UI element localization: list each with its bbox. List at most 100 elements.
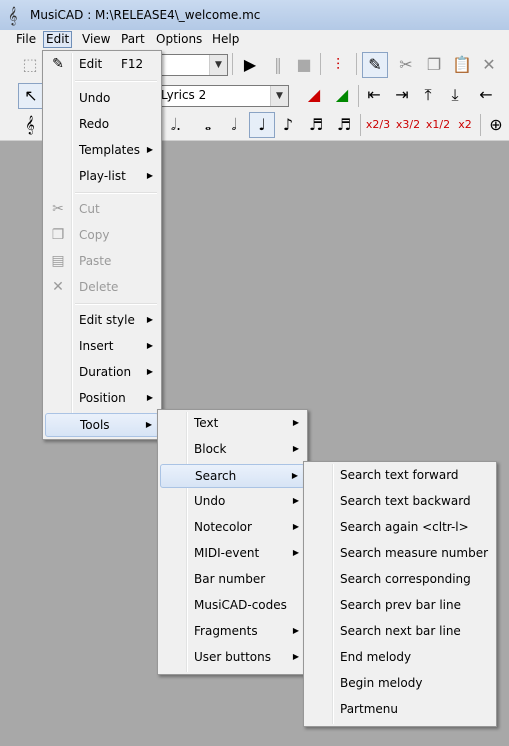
menu-item-edit-style[interactable]: Edit style ▶ bbox=[45, 309, 159, 331]
delete-x-icon: ✕ bbox=[52, 279, 64, 295]
quarter-note-icon[interactable]: ♩ bbox=[249, 112, 275, 138]
double-duration-label: x2 bbox=[458, 118, 472, 131]
search-item-text-backward[interactable]: Search text backward bbox=[306, 490, 494, 512]
pencil-tool-icon[interactable]: ✎ bbox=[362, 52, 388, 78]
menu-item-position[interactable]: Position ▶ bbox=[45, 387, 159, 409]
search-item-measure-number[interactable]: Search measure number bbox=[306, 542, 494, 564]
menu-help[interactable]: Help bbox=[210, 32, 241, 47]
tools-submenu: Text ▶ Block ▶ Search ▶ Undo ▶ Notecolor… bbox=[157, 409, 308, 675]
paste-icon: ▤ bbox=[51, 253, 65, 269]
triplet-button[interactable]: x2/3 bbox=[364, 113, 392, 137]
stop-icon[interactable]: ■ bbox=[292, 53, 316, 77]
tools-item-fragments[interactable]: Fragments ▶ bbox=[160, 620, 305, 642]
submenu-arrow-icon: ▶ bbox=[146, 393, 153, 402]
submenu-arrow-icon: ▶ bbox=[146, 341, 153, 350]
menu-item-delete[interactable]: ✕ Delete bbox=[45, 276, 159, 298]
move-left-icon[interactable]: ⇤ bbox=[362, 83, 386, 107]
search-item-corresponding[interactable]: Search corresponding bbox=[306, 568, 494, 590]
window-title: MusiCAD : M:\RELEASE4\_welcome.mc bbox=[30, 8, 261, 22]
menu-item-tools[interactable]: Tools ▶ bbox=[45, 413, 159, 437]
menu-item-paste[interactable]: ▤ Paste bbox=[45, 250, 159, 272]
submenu-arrow-icon: ▶ bbox=[146, 171, 153, 180]
move-up-icon[interactable]: ⤒ bbox=[416, 83, 440, 107]
tools-item-notecolor[interactable]: Notecolor ▶ bbox=[160, 516, 305, 538]
play-icon[interactable]: ▶ bbox=[238, 53, 262, 77]
menu-view[interactable]: View bbox=[80, 32, 112, 47]
submenu-arrow-icon: ▶ bbox=[146, 145, 153, 154]
tools-item-undo[interactable]: Undo ▶ bbox=[160, 490, 305, 512]
tools-item-search[interactable]: Search ▶ bbox=[160, 464, 305, 488]
half-note-icon[interactable]: 𝅗𝅥 bbox=[222, 113, 246, 137]
whole-note-icon[interactable]: 𝅝 bbox=[196, 113, 220, 137]
chevron-down-icon[interactable]: ▼ bbox=[209, 55, 227, 75]
tools-item-block[interactable]: Block ▶ bbox=[160, 438, 305, 460]
menu-item-cut[interactable]: ✂ Cut bbox=[45, 198, 159, 220]
increase-icon[interactable]: ◢ bbox=[330, 83, 354, 107]
tools-item-musicad-codes[interactable]: MusiCAD-codes bbox=[160, 594, 305, 616]
tools-item-bar-number[interactable]: Bar number bbox=[160, 568, 305, 590]
move-right-icon[interactable]: ⇥ bbox=[390, 83, 414, 107]
copy-tool-icon[interactable]: ❐ bbox=[422, 53, 446, 77]
menu-file[interactable]: File bbox=[14, 32, 38, 47]
treble-clef-icon[interactable]: 𝄞 bbox=[18, 113, 42, 137]
menu-item-edit[interactable]: ✎ Edit F12 bbox=[45, 53, 159, 75]
scissors-tool-icon[interactable]: ✂ bbox=[394, 53, 418, 77]
submenu-arrow-icon: ▶ bbox=[292, 444, 299, 453]
sixteenth-note-icon[interactable]: ♬ bbox=[304, 113, 328, 137]
delete-tool-icon[interactable]: ✕ bbox=[477, 53, 501, 77]
arrow-select-icon[interactable]: ↖ bbox=[18, 83, 44, 109]
dotted-half-note-icon[interactable]: 𝅗𝅥. bbox=[164, 113, 188, 137]
paste-tool-icon[interactable]: 📋 bbox=[450, 53, 474, 77]
thirtysecond-note-icon[interactable]: ♬ bbox=[332, 113, 356, 137]
triplet-label: x2/3 bbox=[365, 118, 391, 131]
arrow-left-icon[interactable]: ← bbox=[474, 83, 498, 107]
half-duration-button[interactable]: x1/2 bbox=[424, 113, 452, 137]
search-item-partmenu[interactable]: Partmenu bbox=[306, 698, 494, 720]
menu-part[interactable]: Part bbox=[119, 32, 147, 47]
tools-item-text[interactable]: Text ▶ bbox=[160, 412, 305, 434]
menu-item-play-list[interactable]: Play-list ▶ bbox=[45, 165, 159, 187]
menu-item-insert[interactable]: Insert ▶ bbox=[45, 335, 159, 357]
crosshair-icon[interactable]: ⊕ bbox=[484, 113, 508, 137]
submenu-arrow-icon: ▶ bbox=[292, 418, 299, 427]
duplet-label: x3/2 bbox=[395, 118, 421, 131]
duplet-button[interactable]: x3/2 bbox=[394, 113, 422, 137]
search-item-begin-melody[interactable]: Begin melody bbox=[306, 672, 494, 694]
submenu-arrow-icon: ▶ bbox=[146, 367, 153, 376]
search-item-again[interactable]: Search again <cltr-l> bbox=[306, 516, 494, 538]
edit-menu: ✎ Edit F12 Undo Redo Templates ▶ Play-li… bbox=[42, 50, 162, 440]
search-item-prev-bar-line[interactable]: Search prev bar line bbox=[306, 594, 494, 616]
search-item-end-melody[interactable]: End melody bbox=[306, 646, 494, 668]
new-doc-icon[interactable]: ⬚ bbox=[18, 53, 42, 77]
search-item-next-bar-line[interactable]: Search next bar line bbox=[306, 620, 494, 642]
edit-shortcut: F12 bbox=[121, 57, 144, 71]
menu-edit[interactable]: Edit bbox=[43, 31, 73, 48]
pencil-icon: ✎ bbox=[52, 56, 64, 72]
copy-icon: ❐ bbox=[51, 227, 65, 243]
title-bar: 𝄞 MusiCAD : M:\RELEASE4\_welcome.mc bbox=[0, 0, 509, 31]
menu-item-undo[interactable]: Undo bbox=[45, 87, 159, 109]
decrease-icon[interactable]: ◢ bbox=[302, 83, 326, 107]
menu-options[interactable]: Options bbox=[154, 32, 204, 47]
eighth-note-icon[interactable]: ♪ bbox=[276, 113, 300, 137]
mixer-icon[interactable]: ⫶ bbox=[326, 53, 350, 77]
move-down-icon[interactable]: ⤓ bbox=[443, 83, 467, 107]
tools-item-midi-event[interactable]: MIDI-event ▶ bbox=[160, 542, 305, 564]
lyrics-select[interactable]: Lyrics 2 ▼ bbox=[157, 85, 289, 107]
menu-item-copy[interactable]: ❐ Copy bbox=[45, 224, 159, 246]
chevron-down-icon[interactable]: ▼ bbox=[270, 86, 288, 106]
submenu-arrow-icon: ▶ bbox=[292, 522, 299, 531]
menu-item-redo[interactable]: Redo bbox=[45, 113, 159, 135]
search-submenu: Search text forward Search text backward… bbox=[303, 461, 497, 727]
submenu-arrow-icon: ▶ bbox=[292, 548, 299, 557]
app-icon: 𝄞 bbox=[8, 6, 18, 25]
toolbar-combo[interactable]: ▼ bbox=[160, 54, 228, 76]
submenu-arrow-icon: ▶ bbox=[292, 496, 299, 505]
menu-item-duration[interactable]: Duration ▶ bbox=[45, 361, 159, 383]
tools-item-user-buttons[interactable]: User buttons ▶ bbox=[160, 646, 305, 668]
menu-item-templates[interactable]: Templates ▶ bbox=[45, 139, 159, 161]
pause-icon[interactable]: ‖ bbox=[266, 53, 290, 77]
search-item-text-forward[interactable]: Search text forward bbox=[306, 464, 494, 486]
submenu-arrow-icon: ▶ bbox=[146, 315, 153, 324]
double-duration-button[interactable]: x2 bbox=[454, 113, 476, 137]
